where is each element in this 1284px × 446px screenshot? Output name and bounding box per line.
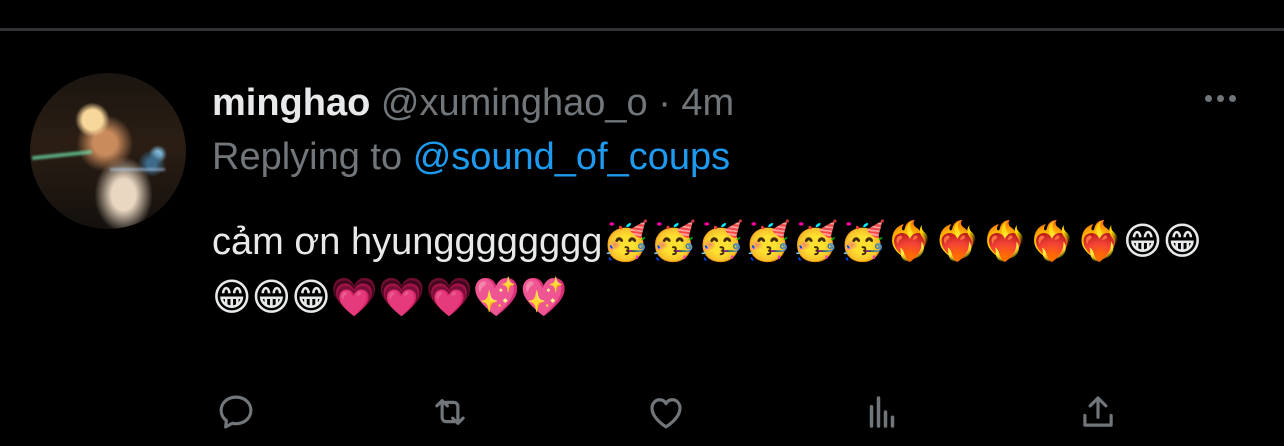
tweet-actions xyxy=(212,388,1212,436)
like-icon xyxy=(650,398,682,429)
separator-dot: · xyxy=(658,82,671,124)
share-button[interactable] xyxy=(1074,388,1122,436)
tweet-header: minghao @xuminghao_o · 4m xyxy=(212,78,734,128)
replying-to-label: Replying to xyxy=(212,136,403,178)
avatar[interactable] xyxy=(30,73,186,229)
retweet-button[interactable] xyxy=(426,388,474,436)
views-button[interactable] xyxy=(858,388,906,436)
retweet-icon xyxy=(435,399,465,425)
more-options-button[interactable] xyxy=(1198,86,1242,110)
views-icon xyxy=(869,396,895,428)
like-button[interactable] xyxy=(642,388,690,436)
reply-button[interactable] xyxy=(212,388,260,436)
author-handle[interactable]: @xuminghao_o xyxy=(381,82,648,124)
replying-to-line: Replying to @sound_of_coups xyxy=(212,132,730,182)
author-name[interactable]: minghao xyxy=(212,82,370,124)
more-horizontal-icon xyxy=(1216,94,1224,102)
tweet-text: cảm ơn hyungggggggg🥳🥳🥳🥳🥳🥳❤️‍🔥❤️‍🔥❤️‍🔥❤️‍… xyxy=(212,221,1203,319)
reply-mention-link[interactable]: @sound_of_coups xyxy=(413,136,730,178)
share-icon xyxy=(1083,396,1113,427)
timestamp[interactable]: 4m xyxy=(681,82,734,124)
more-horizontal-icon xyxy=(1228,94,1236,102)
more-horizontal-icon xyxy=(1204,94,1212,102)
reply-icon xyxy=(219,395,253,429)
